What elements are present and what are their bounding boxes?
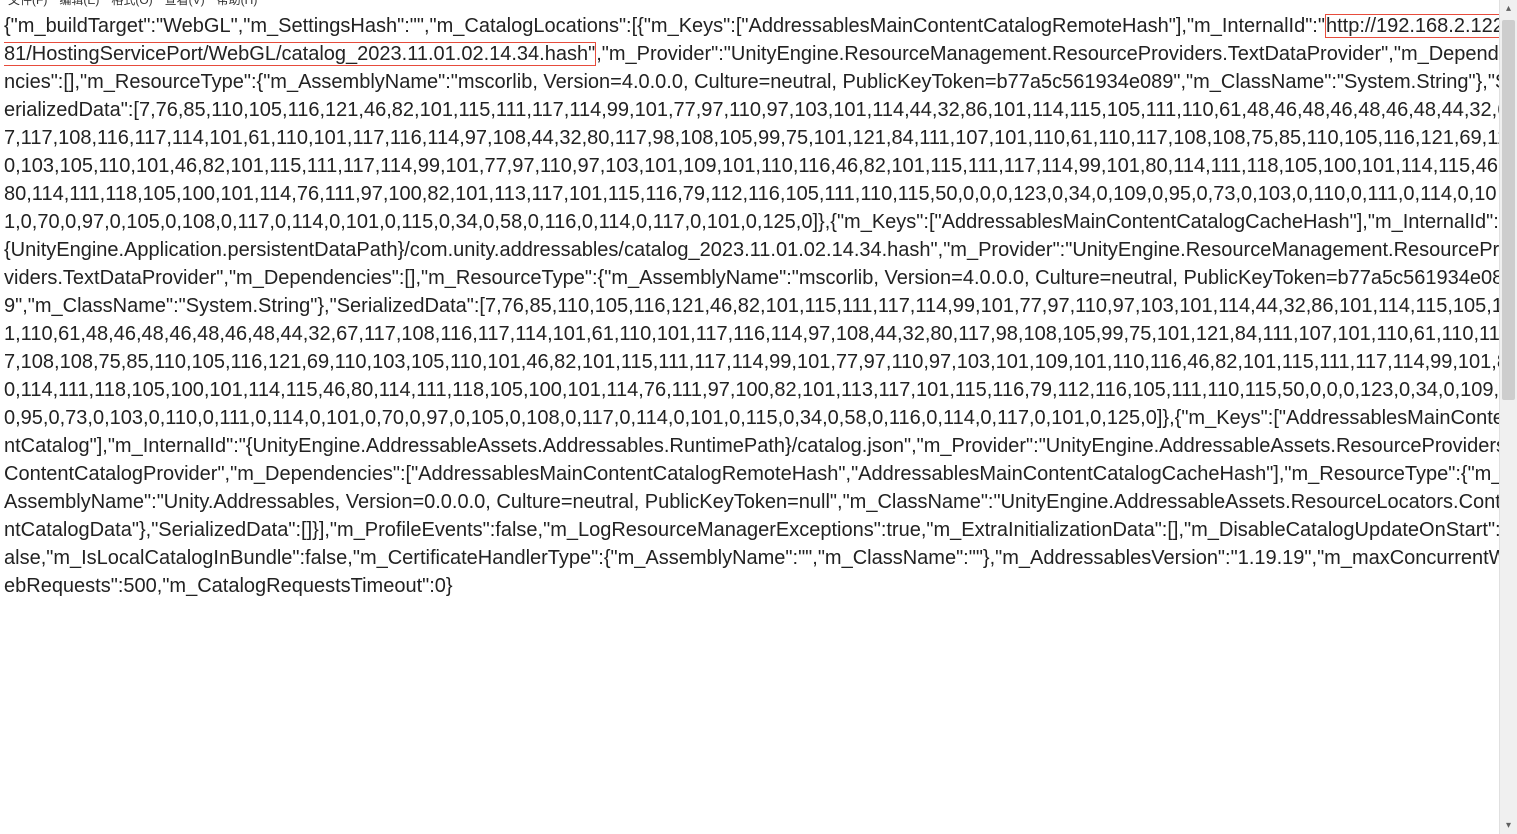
menu-format[interactable]: 格式(O)	[107, 0, 156, 8]
menu-help[interactable]: 帮助(H)	[213, 0, 262, 8]
menubar[interactable]: 文件(F) 编辑(E) 格式(O) 查看(V) 帮助(H)	[0, 0, 1517, 8]
json-part-after: ,"m_Provider":"UnityEngine.ResourceManag…	[4, 43, 1513, 597]
scroll-up-arrow[interactable]: ▴	[1500, 0, 1517, 17]
scroll-thumb[interactable]	[1502, 20, 1515, 400]
json-part-before: {"m_buildTarget":"WebGL","m_SettingsHash…	[4, 15, 1325, 37]
menu-view[interactable]: 查看(V)	[161, 0, 209, 8]
scroll-down-arrow[interactable]: ▾	[1500, 817, 1517, 834]
menu-file[interactable]: 文件(F)	[4, 0, 51, 8]
menu-edit[interactable]: 编辑(E)	[55, 0, 103, 8]
vertical-scrollbar[interactable]: ▴ ▾	[1499, 0, 1517, 834]
text-content[interactable]: {"m_buildTarget":"WebGL","m_SettingsHash…	[0, 8, 1517, 604]
